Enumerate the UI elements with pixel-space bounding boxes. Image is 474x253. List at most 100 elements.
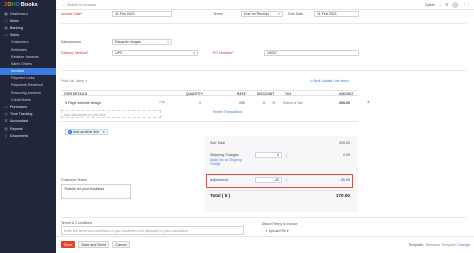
tax-select[interactable]: Select a Tax [283, 101, 303, 105]
help-icon[interactable]: ⓘ [285, 177, 288, 182]
price-list-label: Price List [61, 79, 75, 83]
recent-transactions-link[interactable]: Recent Transactions [213, 110, 242, 114]
terms-conditions-label: Terms & Conditions [61, 221, 93, 225]
invoice-date-label: Invoice Date* [61, 12, 83, 16]
item-actions-icon[interactable]: ⊙⊗ [159, 100, 165, 104]
sidebar-item-estimates[interactable]: Estimates [0, 46, 56, 53]
total-value: 170.00 [335, 193, 350, 198]
notification-icon[interactable]: ♪ [439, 3, 441, 7]
sidebar-item-label: Purchases [10, 105, 27, 110]
logo-text: Books [20, 2, 38, 8]
upload-file-button[interactable]: ⇪ Upload File ▾ [265, 229, 289, 233]
search-input[interactable]: Search in Invoices [67, 3, 96, 7]
adjustment-input-value: -30 [274, 177, 279, 182]
org-switcher[interactable]: Zylker [425, 3, 435, 7]
sidebar-item-banking[interactable]: ▤ Banking [0, 24, 56, 31]
sidebar-item-invoices[interactable]: Invoices [0, 67, 56, 75]
template-label: Template: [408, 243, 424, 247]
salesperson-select[interactable]: Eduardo Vargas ▼ [112, 39, 172, 45]
sidebar-item-label: Documents [10, 133, 29, 138]
discount-unit[interactable]: % [272, 101, 275, 105]
customer-notes-label: Customer Notes [61, 178, 87, 182]
sidebar-item-recurring-invoices[interactable]: Recurring Invoices [0, 89, 56, 96]
item-name[interactable]: 5 Page website design [65, 101, 101, 105]
sidebar-item-reports[interactable]: ▥ Reports [0, 125, 56, 132]
sidebar-item-purchases[interactable]: ▭ Purchases [0, 103, 56, 110]
add-line-label: Add another line [73, 130, 100, 134]
attach-files-label: Attach File(s) to Invoice [262, 222, 298, 226]
adjustment-input[interactable]: -30 [255, 177, 282, 183]
app-grid-icon[interactable]: ⋮⋮ [462, 2, 470, 7]
adjustment-label[interactable]: Adjustment [210, 178, 228, 182]
terms-select[interactable]: Due on Receipt ▼ [241, 11, 283, 17]
sidebar-item-label: Banking [10, 25, 23, 30]
gear-icon[interactable]: ⚙ [445, 2, 448, 7]
adjustment-value: -30.00 [339, 178, 350, 182]
terms-conditions-field[interactable]: Enter the terms and conditions of your b… [61, 226, 244, 235]
add-another-line-button[interactable]: + Add another line ▼ [65, 129, 109, 135]
delivery-method-select[interactable]: UPS ▼ [112, 50, 198, 56]
save-and-send-button[interactable]: Save and Send [78, 241, 109, 248]
bulk-update-link[interactable]: ⊙ Bulk Update Line Items [310, 79, 349, 83]
po-number-value: 15057 [267, 51, 277, 55]
form-footer: Save Save and Send Cancel Template: 'Sta… [56, 236, 474, 253]
change-template-link[interactable]: Change [457, 243, 470, 247]
chevron-down-icon: ▼ [277, 12, 281, 16]
item-description-placeholder: Add description to your item [64, 112, 107, 117]
chevron-down-icon: ▾ [85, 79, 88, 83]
shipping-value: 0.00 [343, 153, 350, 157]
top-bar: ⌕ Search in Invoices Zylker ♪ ⚙ ⋮⋮ [56, 0, 474, 10]
divider [61, 23, 466, 24]
reports-icon: ▥ [4, 126, 8, 131]
sidebar-item-payments-received[interactable]: Payments Received [0, 82, 56, 89]
sidebar-item-dashboard[interactable]: ▦ Dashboard [0, 10, 56, 17]
due-date-value: 11 Feb 2021 [317, 12, 337, 16]
sidebar-item-label: Credit Notes [11, 97, 31, 102]
total-label: Total ( $ ) [210, 193, 231, 198]
sidebar-nav: ▦ Dashboard ▢ Items ▤ Banking ▭ Sales Custom… [0, 10, 56, 139]
save-button[interactable]: Save [61, 241, 75, 248]
sidebar-item-label: Invoices [11, 69, 25, 74]
sidebar-item-sales[interactable]: ▭ Sales [0, 32, 56, 39]
sidebar-item-accountant[interactable]: ☰ Accountant [0, 118, 56, 125]
sidebar-item-items[interactable]: ▢ Items [0, 17, 56, 24]
sidebar-item-credit-notes[interactable]: Credit Notes [0, 96, 56, 103]
item-description-field[interactable]: Add description to your item [61, 110, 161, 118]
remove-row-icon[interactable]: ⊗ [367, 100, 370, 104]
zoho-books-logo[interactable]: Z O H O Books [0, 0, 56, 10]
po-number-field[interactable]: 15057 [264, 50, 359, 56]
sidebar-item-documents[interactable]: ▯ Documents [0, 132, 56, 139]
bulk-update-label: Bulk Update Line Items [313, 79, 349, 83]
cancel-button[interactable]: Cancel [112, 241, 130, 248]
terms-label: Terms [213, 12, 223, 16]
item-quantity[interactable]: 1 [199, 101, 201, 105]
item-discount[interactable]: 0 [263, 101, 265, 105]
customer-notes-field[interactable]: Thanks for your business [61, 184, 131, 199]
sidebar-item-sales-orders[interactable]: Sales Orders [0, 60, 56, 67]
apply-tax-on-shipping-link[interactable]: Apply Tax on Shipping Charge [210, 158, 241, 166]
sidebar-item-label: Sales [10, 33, 19, 38]
sidebar-item-label: Items [10, 18, 19, 23]
sidebar-item-label: Retainer Invoices [11, 54, 39, 59]
price-list-value: None [76, 79, 84, 83]
due-date-field[interactable]: 11 Feb 2021 [314, 11, 359, 17]
terms-value: Due on Receipt [244, 12, 269, 16]
shipping-input[interactable]: 0 [255, 152, 282, 158]
shipping-input-value: 0 [277, 152, 279, 157]
invoice-date-field[interactable]: 11 Feb 2021 [112, 11, 172, 17]
sidebar-item-payment-links[interactable]: Payment Links [0, 75, 56, 82]
chevron-down-icon: ▾ [286, 229, 289, 233]
po-number-label: PO Number* [213, 51, 234, 55]
sidebar-item-customers[interactable]: Customers [0, 39, 56, 46]
invoice-form: Invoice Date* 11 Feb 2021 Terms Due on R… [56, 10, 474, 253]
sidebar-item-retainer-invoices[interactable]: Retainer Invoices [0, 53, 56, 60]
sidebar-item-label: Recurring Invoices [11, 90, 41, 95]
row-menu-icon[interactable]: ⋮ [361, 100, 365, 104]
terms-placeholder: Enter the terms and conditions of your b… [64, 228, 189, 233]
price-list-select[interactable]: Price List None ▾ [61, 79, 87, 83]
sidebar-item-time-tracking[interactable]: ◷ Time Tracking [0, 111, 56, 118]
search-box[interactable]: ⌕ Search in Invoices [63, 3, 96, 7]
item-rate[interactable]: 200 [239, 101, 245, 105]
help-icon[interactable]: ⓘ [285, 153, 288, 158]
avatar[interactable] [452, 1, 459, 8]
